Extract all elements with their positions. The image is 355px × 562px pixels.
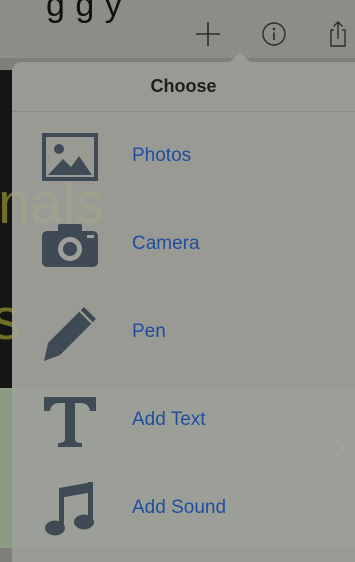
menu-item-add-text[interactable]: Add Text xyxy=(12,375,355,463)
camera-icon xyxy=(38,213,102,277)
share-button[interactable] xyxy=(322,18,354,50)
share-icon xyxy=(330,21,346,47)
menu-item-label: Add Text xyxy=(132,409,206,430)
menu-item-label: Add Sound xyxy=(132,497,227,518)
add-button[interactable] xyxy=(192,18,224,50)
menu-item-camera[interactable]: Camera xyxy=(12,199,355,287)
popover-arrow xyxy=(230,52,250,62)
choose-popover: Choose Photos Camera Pen Add Text Add So… xyxy=(12,62,355,562)
menu-item-label: Pen xyxy=(132,321,166,342)
plus-icon xyxy=(196,22,220,46)
menu-item-add-sound[interactable]: Add Sound xyxy=(12,463,355,551)
pen-icon xyxy=(38,301,102,365)
menu-item-pen[interactable]: Pen xyxy=(12,287,355,375)
music-note-icon xyxy=(38,477,102,541)
background-toolbar: g g y xyxy=(0,0,355,58)
info-button[interactable] xyxy=(258,18,290,50)
info-icon xyxy=(262,22,286,46)
background-title-partial: g g y xyxy=(46,0,123,24)
photos-icon xyxy=(38,125,102,189)
menu-item-photos[interactable]: Photos xyxy=(12,111,355,199)
text-icon xyxy=(38,389,102,453)
menu-item-label: Photos xyxy=(132,145,192,166)
popover-title: Choose xyxy=(12,62,355,112)
menu-item-label: Camera xyxy=(132,233,200,254)
